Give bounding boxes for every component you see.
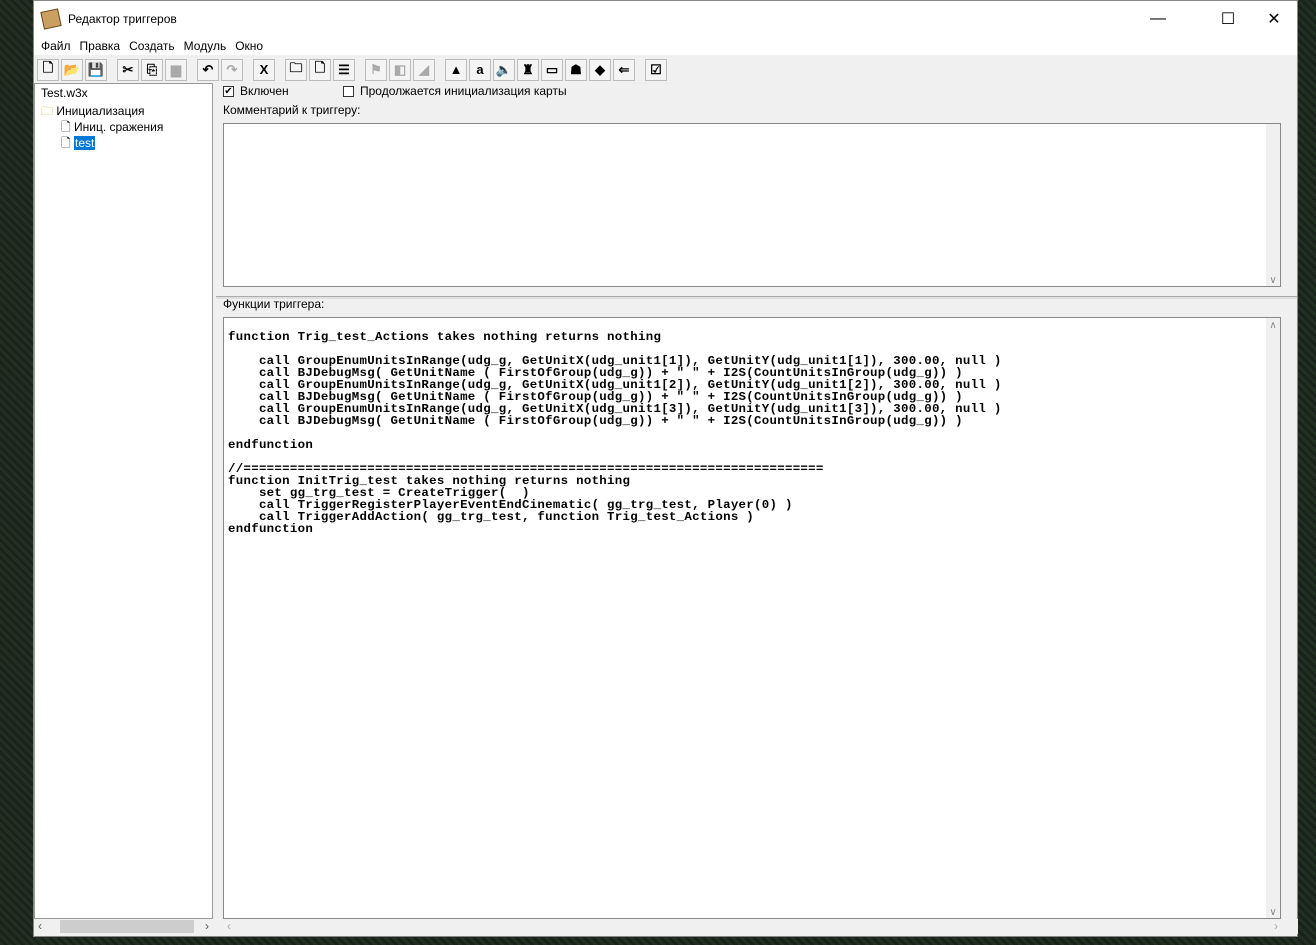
functions-label: Функции триггера:: [223, 297, 325, 311]
code-editor[interactable]: function Trig_test_Actions takes nothing…: [223, 317, 1281, 919]
minimize-button[interactable]: —: [1135, 1, 1181, 37]
trigger-doc-icon: 🗋: [61, 120, 71, 134]
trigger-editor-button[interactable]: X: [253, 58, 275, 81]
new-condition-button[interactable]: ◧: [389, 58, 411, 81]
text-editor-button[interactable]: a: [469, 58, 491, 81]
ai-editor-icon: ☗: [570, 61, 582, 77]
open-icon: 📂: [63, 61, 81, 77]
test-map-button[interactable]: ☑: [645, 58, 667, 81]
redo-button[interactable]: ↷: [221, 58, 243, 81]
new-condition-icon: ◧: [393, 61, 407, 77]
new-comment-icon: ☰: [338, 61, 350, 77]
sound-editor-button[interactable]: 🔈: [493, 58, 515, 81]
undo-button[interactable]: ↶: [197, 58, 219, 81]
comment-textarea[interactable]: ∨: [223, 123, 1281, 287]
object-manager-icon: ◆: [595, 61, 605, 77]
splitter[interactable]: [216, 296, 1297, 299]
new-trigger-icon: 🗋: [314, 59, 326, 75]
redo-icon: ↷: [226, 61, 238, 77]
campaign-editor-button[interactable]: ▭: [541, 58, 563, 81]
close-button[interactable]: ✕: [1251, 1, 1297, 37]
terrain-editor-button[interactable]: ▲: [445, 58, 467, 81]
tree-root-map[interactable]: Test.w3x: [41, 86, 88, 100]
object-manager-button[interactable]: ◆: [589, 58, 611, 81]
menu-window[interactable]: Окно: [232, 39, 269, 53]
cut-button[interactable]: ✂: [117, 58, 139, 81]
save-button[interactable]: 💾: [85, 58, 107, 81]
object-editor-icon: ♜: [522, 61, 534, 77]
import-manager-icon: ⇐: [618, 61, 630, 77]
new-trigger-button[interactable]: 🗋: [309, 58, 331, 81]
code-horizontal-scrollbar[interactable]: ‹ ›: [223, 919, 1298, 934]
menu-module[interactable]: Модуль: [181, 39, 233, 53]
undo-icon: ↶: [202, 61, 214, 77]
new-button[interactable]: 🗋: [37, 58, 59, 81]
map-init-checkbox[interactable]: Продолжается инициализация карты: [343, 84, 567, 98]
sound-editor-icon: 🔈: [495, 61, 513, 77]
title-bar: Редактор триггеров — ☐ ✕: [34, 1, 1297, 37]
comment-label: Комментарий к триггеру:: [223, 103, 361, 117]
trigger-doc-icon: 🗋: [61, 136, 71, 150]
copy-icon: ⎘: [146, 61, 158, 77]
open-button[interactable]: 📂: [61, 58, 83, 81]
jass-code[interactable]: function Trig_test_Actions takes nothing…: [224, 318, 1280, 535]
menu-file[interactable]: Файл: [38, 39, 77, 53]
enabled-checkbox[interactable]: ✔ Включен: [223, 84, 289, 98]
scroll-left-arrow[interactable]: ‹: [227, 919, 231, 933]
save-icon: 💾: [87, 61, 105, 77]
menu-edit[interactable]: Правка: [77, 39, 127, 53]
scroll-app-icon: [40, 8, 62, 30]
paste-icon: ▆: [171, 61, 181, 77]
maximize-button[interactable]: ☐: [1205, 1, 1251, 37]
text-editor-icon: a: [476, 62, 484, 77]
new-action-button[interactable]: ◢: [413, 58, 435, 81]
tree-item-selected[interactable]: 🗋 test: [61, 134, 96, 155]
menu-create[interactable]: Создать: [126, 39, 181, 53]
window-title: Редактор триггеров: [68, 12, 177, 26]
scroll-left-arrow[interactable]: ‹: [38, 919, 42, 933]
scroll-thumb[interactable]: [60, 920, 194, 933]
copy-button[interactable]: ⎘: [141, 58, 163, 81]
new-icon: 🗋: [42, 59, 54, 75]
terrain-editor-icon: ▲: [449, 62, 463, 77]
scroll-right-arrow[interactable]: ›: [1274, 919, 1278, 933]
comment-vertical-scrollbar[interactable]: ∨: [1266, 124, 1280, 286]
test-map-icon: ☑: [650, 61, 662, 77]
import-manager-button[interactable]: ⇐: [613, 58, 635, 81]
toolbar: 🗋 📂 💾 ✂ ⎘ ▆ ↶ ↷ X 🗀 🗋 ☰ ⚑ ◧ ◢ ▲ a 🔈 ♜ ▭ ☗ ◆ ⇐ ☑: [34, 57, 1297, 82]
campaign-editor-icon: ▭: [545, 61, 559, 77]
trigger-editor-window: Редактор триггеров — ☐ ✕ Файл Правка Соз…: [33, 0, 1298, 937]
tree-horizontal-scrollbar[interactable]: ‹ ›: [34, 919, 213, 934]
trigger-details-panel: ✔ Включен Продолжается инициализация карт…: [216, 83, 1298, 936]
new-comment-button[interactable]: ☰: [333, 58, 355, 81]
object-editor-button[interactable]: ♜: [517, 58, 539, 81]
menu-bar: Файл Правка Создать Модуль Окно: [34, 37, 1297, 55]
paste-button[interactable]: ▆: [165, 58, 187, 81]
code-vertical-scrollbar[interactable]: ∧ ∨: [1266, 318, 1280, 918]
ai-editor-button[interactable]: ☗: [565, 58, 587, 81]
new-category-icon: 🗀: [289, 59, 303, 75]
cut-icon: ✂: [122, 61, 134, 77]
scroll-right-arrow[interactable]: ›: [205, 919, 209, 933]
new-event-button[interactable]: ⚑: [365, 58, 387, 81]
trigger-tree: Test.w3x 🗀 Инициализация 🗋 Иниц. сражени…: [34, 83, 213, 919]
folder-icon: 🗀: [41, 104, 54, 118]
new-category-button[interactable]: 🗀: [285, 58, 307, 81]
new-event-icon: ⚑: [370, 61, 382, 77]
new-action-icon: ◢: [419, 61, 429, 77]
trigger-editor-icon: X: [259, 62, 269, 77]
